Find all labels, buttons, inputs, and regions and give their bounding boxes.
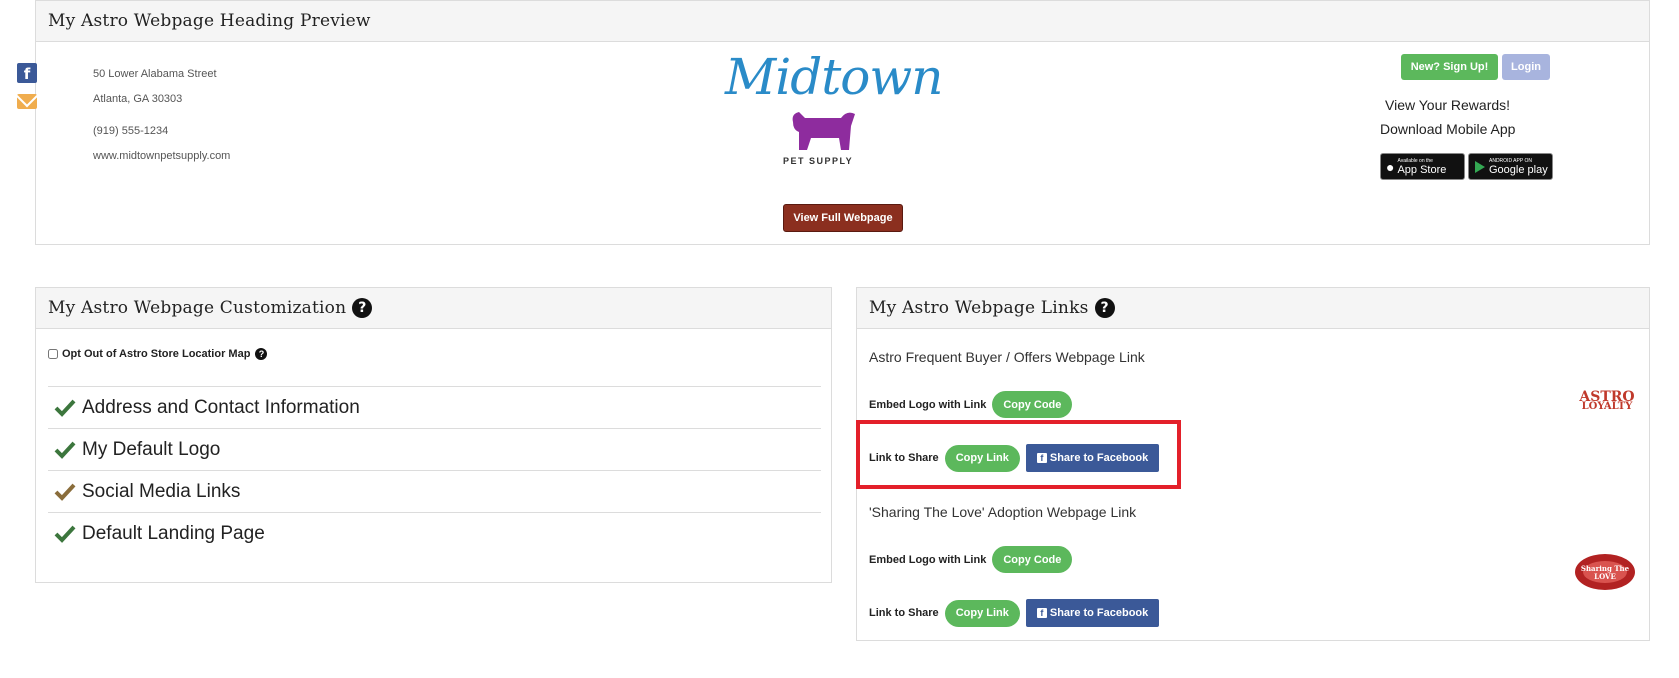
checklist-item[interactable]: Default Landing Page (48, 512, 821, 554)
astro-logo-line2: LOYALTY (1581, 401, 1633, 412)
share-to-facebook-button[interactable]: f Share to Facebook (1025, 599, 1160, 627)
download-app-link[interactable]: Download Mobile App (1380, 121, 1515, 137)
sign-up-button[interactable]: New? Sign Up! (1401, 54, 1498, 80)
opt-out-checkbox[interactable] (48, 349, 58, 359)
panel-header: My Astro Webpage Customization ? (36, 288, 831, 329)
checklist-item[interactable]: Social Media Links (48, 470, 821, 512)
panel-title: My Astro Webpage Heading Preview (48, 11, 371, 31)
section-title: 'Sharing The Love' Adoption Webpage Link (869, 504, 1137, 520)
help-icon[interactable]: ? (1094, 298, 1115, 318)
section-title: Astro Frequent Buyer / Offers Webpage Li… (869, 349, 1145, 365)
view-rewards-link[interactable]: View Your Rewards! (1385, 97, 1510, 113)
checklist-item[interactable]: Address and Contact Information (48, 386, 821, 428)
play-icon (1475, 160, 1485, 173)
logo-subtitle: PET SUPPLY (783, 156, 854, 166)
checklist-item-label: Address and Contact Information (82, 396, 360, 418)
help-icon[interactable]: ? (255, 348, 268, 360)
checklist-item-label: Default Landing Page (82, 522, 265, 544)
embed-logo-label: Embed Logo with Link (869, 398, 987, 411)
google-play-badge[interactable]: ANDROID APP ON Google play (1468, 153, 1553, 180)
app-store-badge[interactable]: ● Available on the App Store (1380, 153, 1465, 180)
copy-code-button[interactable]: Copy Code (992, 391, 1073, 418)
panel-header: My Astro Webpage Heading Preview (36, 1, 1649, 42)
copy-link-button[interactable]: Copy Link (944, 599, 1020, 627)
opt-out-label: Opt Out of Astro Store Locatior Map (62, 348, 251, 360)
check-icon (54, 441, 76, 459)
phone-number: (919) 555-1234 (93, 125, 169, 137)
customization-checklist: Address and Contact Information My Defau… (48, 386, 821, 554)
help-icon[interactable]: ? (352, 298, 373, 318)
facebook-icon: f (1036, 608, 1047, 618)
panel-title: My Astro Webpage Customization (48, 298, 347, 318)
link-to-share-row: Link to Share Copy Link f Share to Faceb… (869, 599, 1160, 627)
view-full-webpage-button[interactable]: View Full Webpage (783, 204, 903, 232)
panel-title: My Astro Webpage Links (869, 298, 1089, 318)
share-to-facebook-label: Share to Facebook (1049, 607, 1149, 619)
link-to-share-label: Link to Share (869, 607, 939, 619)
facebook-icon[interactable]: f (17, 63, 37, 83)
check-icon (54, 483, 76, 501)
sharing-the-love-logo: Sharing The LOVE (1572, 548, 1638, 594)
apple-icon: ● (1386, 158, 1395, 175)
dog-icon (792, 112, 855, 150)
website-link[interactable]: www.midtownpetsupply.com (93, 150, 230, 162)
copy-code-button[interactable]: Copy Code (992, 546, 1073, 573)
check-icon (54, 525, 76, 543)
mail-icon[interactable] (17, 94, 37, 109)
logo-text: Midtown (725, 48, 943, 106)
astro-loyalty-logo: ASTRO LOYALTY (1574, 390, 1640, 416)
checklist-item-label: Social Media Links (82, 480, 241, 502)
store-logo: Midtown PET SUPPLY (725, 48, 943, 168)
checklist-item[interactable]: My Default Logo (48, 428, 821, 470)
customization-panel: My Astro Webpage Customization ? Opt Out… (35, 287, 832, 583)
opt-out-option[interactable]: Opt Out of Astro Store Locatior Map ? (48, 348, 268, 360)
app-store-big-text: App Store (1397, 163, 1447, 176)
panel-header: My Astro Webpage Links ? (857, 288, 1649, 329)
check-icon (54, 399, 76, 417)
address-line-1: 50 Lower Alabama Street (93, 68, 217, 80)
checklist-item-label: My Default Logo (82, 438, 221, 460)
embed-logo-row: Embed Logo with Link Copy Code (869, 391, 1073, 418)
embed-logo-label: Embed Logo with Link (869, 553, 987, 566)
login-button[interactable]: Login (1502, 54, 1550, 80)
google-play-big-text: Google play (1489, 163, 1548, 176)
love-logo-text: Sharing The LOVE (1580, 564, 1630, 581)
highlight-box (856, 420, 1181, 489)
embed-logo-row: Embed Logo with Link Copy Code (869, 546, 1073, 573)
address-line-2: Atlanta, GA 30303 (93, 93, 183, 105)
